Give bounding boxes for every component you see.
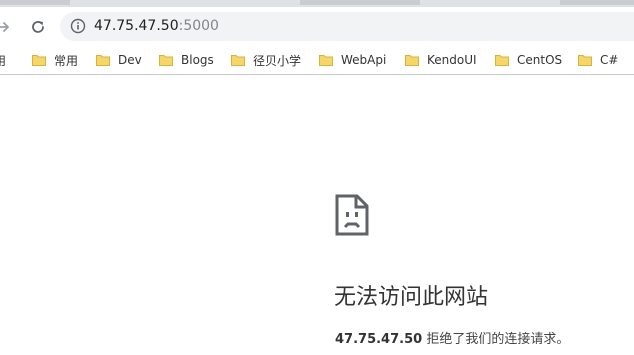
folder-icon bbox=[96, 55, 110, 66]
error-description: 47.75.47.50 拒绝了我们的连接请求。 bbox=[335, 331, 569, 349]
url-host: 47.75.47.50 bbox=[94, 18, 179, 34]
tab-edge[interactable] bbox=[300, 0, 420, 5]
bookmark-label: Dev bbox=[118, 53, 142, 67]
info-icon[interactable] bbox=[70, 18, 86, 34]
tab-edge[interactable] bbox=[560, 0, 634, 5]
bookmark-label: KendoUI bbox=[427, 53, 477, 67]
error-title: 无法访问此网站 bbox=[334, 285, 489, 310]
bookmark-folder[interactable]: WebApi bbox=[319, 51, 386, 69]
folder-icon bbox=[495, 55, 509, 66]
bookmark-folder[interactable]: 径贝小学 bbox=[231, 51, 301, 69]
folder-icon bbox=[32, 55, 46, 66]
bookmarks-bar: 用 常用 Dev Blogs 径贝小学 WebApi KendoUI CentO… bbox=[0, 46, 634, 75]
browser-toolbar: 47.75.47.50:5000 bbox=[0, 7, 634, 46]
bookmark-label: 用 bbox=[0, 53, 7, 68]
bookmark-label: WebApi bbox=[341, 53, 387, 67]
reload-icon bbox=[32, 21, 44, 33]
bookmark-folder[interactable]: C# bbox=[578, 51, 618, 69]
bookmark-label: CentOS bbox=[517, 53, 563, 67]
bookmark-folder[interactable]: Blogs bbox=[159, 51, 214, 69]
back-button[interactable] bbox=[0, 16, 14, 38]
bookmark-label: Blogs bbox=[181, 53, 214, 67]
tab-edge[interactable] bbox=[0, 0, 70, 5]
error-message: 拒绝了我们的连接请求。 bbox=[426, 332, 570, 347]
bookmark-folder[interactable]: KendoUI bbox=[405, 51, 477, 69]
tab-strip bbox=[0, 0, 634, 7]
folder-icon bbox=[159, 55, 173, 66]
folder-icon bbox=[231, 55, 245, 66]
bookmark-folder[interactable]: Dev bbox=[96, 51, 142, 69]
folder-icon bbox=[405, 55, 419, 66]
page-content: 无法访问此网站 47.75.47.50 拒绝了我们的连接请求。 bbox=[0, 75, 634, 355]
bookmark-label: C# bbox=[600, 53, 619, 67]
url-text[interactable]: 47.75.47.50:5000 bbox=[94, 18, 219, 35]
arrow-right-icon bbox=[0, 22, 9, 32]
folder-icon bbox=[578, 55, 592, 66]
bookmark-item[interactable]: 用 bbox=[0, 51, 6, 69]
error-host: 47.75.47.50 bbox=[335, 332, 423, 347]
sad-page-icon bbox=[335, 194, 369, 236]
address-bar[interactable]: 47.75.47.50:5000 bbox=[60, 12, 634, 41]
url-port: :5000 bbox=[178, 18, 219, 34]
bookmark-folder[interactable]: CentOS bbox=[495, 51, 562, 69]
bookmark-label: 常用 bbox=[54, 53, 79, 68]
bookmark-label: 径贝小学 bbox=[253, 53, 302, 68]
reload-button[interactable] bbox=[27, 16, 49, 38]
folder-icon bbox=[319, 55, 333, 66]
bookmark-folder[interactable]: 常用 bbox=[32, 51, 78, 69]
